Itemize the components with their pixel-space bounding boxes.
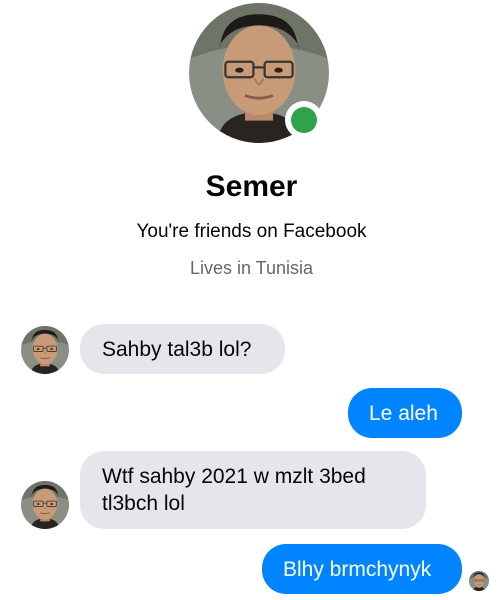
message-bubble-outgoing[interactable]: Le aleh: [348, 388, 462, 438]
message-bubble-incoming[interactable]: Sahby tal3b lol?: [80, 324, 285, 374]
contact-avatar[interactable]: [21, 326, 69, 374]
friends-status-text: You're friends on Facebook: [136, 221, 367, 242]
seen-receipt-avatar: [469, 571, 489, 591]
online-status-dot: [291, 107, 317, 133]
message-bubble-outgoing[interactable]: Blhy brmchynyk: [262, 544, 462, 594]
contact-name[interactable]: Semer: [0, 170, 503, 204]
profile-avatar[interactable]: [189, 3, 329, 143]
message-bubble-incoming[interactable]: Wtf sahby 2021 w mzlt 3bed tl3bch lol: [80, 451, 426, 529]
location-text: Lives in Tunisia: [189, 258, 314, 278]
contact-avatar[interactable]: [21, 481, 69, 529]
online-status-indicator: [285, 101, 323, 139]
